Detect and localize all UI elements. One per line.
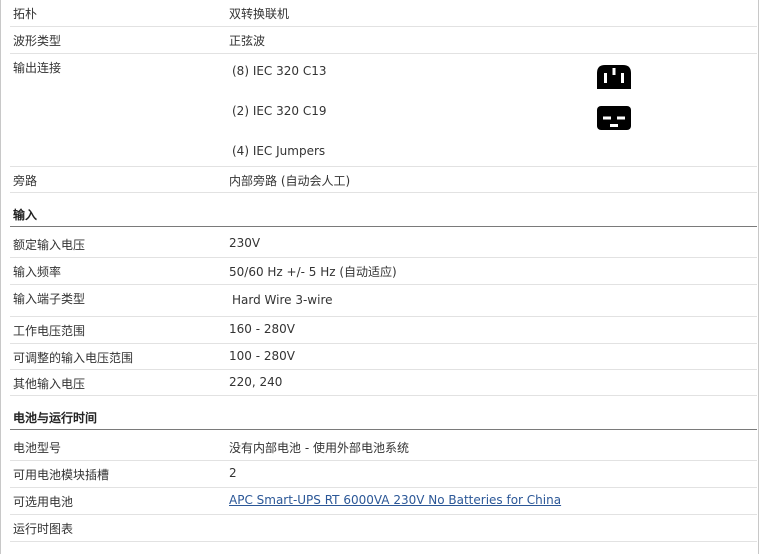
spec-row-output-connections: 输出连接 (8) IEC 320 C13 (2) IEC 320 C19 (4)… xyxy=(10,54,757,167)
spec-row: 额定输入电压 230V xyxy=(10,227,757,258)
spec-label: 运行时图表 xyxy=(13,522,74,536)
spec-row: 电池型号 没有内部电池 - 使用外部电池系统 xyxy=(10,430,757,461)
spec-row-waveform: 波形类型 正弦波 xyxy=(10,27,757,54)
outlet-item: (8) IEC 320 C13 xyxy=(232,64,327,78)
spec-value: 2 xyxy=(229,466,237,480)
section-title: 输入 xyxy=(13,208,38,222)
spec-value: 220, 240 xyxy=(229,375,283,389)
outlet-item: (4) IEC Jumpers xyxy=(232,144,326,158)
spec-row: 输入频率 50/60 Hz +/- 5 Hz (自动适应) xyxy=(10,258,757,285)
spec-value: 双转换联机 xyxy=(229,7,290,21)
spec-table: 拓朴 双转换联机 波形类型 正弦波 输出连接 (8) IEC 320 C13 (… xyxy=(0,0,759,554)
battery-option-link[interactable]: APC Smart-UPS RT 6000VA 230V No Batterie… xyxy=(229,493,561,507)
spec-row: 可用电池模块插槽 2 xyxy=(10,461,757,488)
section-header-input: 输入 xyxy=(10,193,757,227)
spec-label: 电池型号 xyxy=(13,441,62,455)
spec-label: 其他输入电压 xyxy=(13,377,86,391)
spec-value: 内部旁路 (自动会人工) xyxy=(229,174,351,188)
spec-value: 正弦波 xyxy=(229,34,266,48)
spec-value: 230V xyxy=(229,236,261,250)
spec-row: 可调整的输入电压范围 100 - 280V xyxy=(10,344,757,370)
spec-label: 可用电池模块插槽 xyxy=(13,468,110,482)
spec-row: 工作电压范围 160 - 280V xyxy=(10,317,757,344)
spec-label: 波形类型 xyxy=(13,34,62,48)
spec-label: 额定输入电压 xyxy=(13,238,86,252)
spec-value: 50/60 Hz +/- 5 Hz (自动适应) xyxy=(229,265,397,279)
spec-value: 100 - 280V xyxy=(229,349,295,363)
spec-row-bypass: 旁路 内部旁路 (自动会人工) xyxy=(10,167,757,193)
outlet-item: (2) IEC 320 C19 xyxy=(232,104,327,118)
spec-label: 输入端子类型 xyxy=(13,292,86,306)
spec-value: Hard Wire 3-wire xyxy=(232,293,333,307)
section-header-battery: 电池与运行时间 xyxy=(10,396,757,430)
spec-value: 没有内部电池 - 使用外部电池系统 xyxy=(229,441,409,455)
spec-label: 工作电压范围 xyxy=(13,324,86,338)
section-title: 电池与运行时间 xyxy=(13,411,98,425)
left-border xyxy=(0,0,1,554)
spec-value: 160 - 280V xyxy=(229,322,295,336)
iec-c13-outlet-icon xyxy=(597,65,631,89)
spec-label: 输入频率 xyxy=(13,265,62,279)
spec-label: 输出连接 xyxy=(13,61,62,75)
iec-c19-outlet-icon xyxy=(597,106,631,130)
spec-label: 可调整的输入电压范围 xyxy=(13,351,134,365)
spec-row: 可选用电池 APC Smart-UPS RT 6000VA 230V No Ba… xyxy=(10,488,757,515)
spec-row: 输入端子类型 Hard Wire 3-wire xyxy=(10,285,757,317)
spec-row: 其他输入电压 220, 240 xyxy=(10,370,757,396)
spec-label: 旁路 xyxy=(13,174,38,188)
spec-label: 可选用电池 xyxy=(13,495,74,509)
spec-row: 运行时图表 xyxy=(10,515,757,542)
spec-row-topology: 拓朴 双转换联机 xyxy=(10,0,757,27)
spec-label: 拓朴 xyxy=(13,7,38,21)
